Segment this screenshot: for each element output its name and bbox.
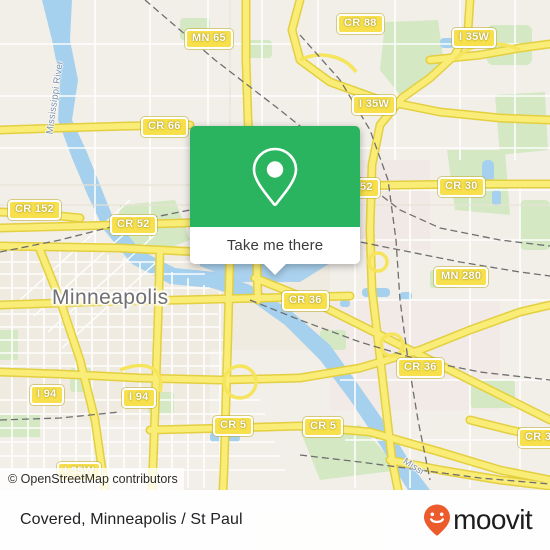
- road-shield[interactable]: CR 34: [518, 428, 550, 448]
- moovit-brand[interactable]: moovit: [422, 503, 533, 537]
- popup-image-panel: [190, 126, 360, 227]
- road-shield[interactable]: CR 5: [213, 416, 254, 436]
- road-shield[interactable]: CR 52: [110, 215, 157, 235]
- take-me-there-button[interactable]: Take me there: [190, 227, 360, 264]
- map-screenshot: MN 65 CR 88 I 35W I 35W CR 66 CR 152 CR …: [0, 0, 550, 550]
- map-canvas[interactable]: MN 65 CR 88 I 35W I 35W CR 66 CR 152 CR …: [0, 0, 550, 490]
- road-shield[interactable]: I 94: [122, 388, 156, 408]
- road-shield[interactable]: CR 36: [282, 291, 329, 311]
- moovit-smiley-pin-icon: [424, 504, 451, 536]
- osm-attribution[interactable]: © OpenStreetMap contributors: [0, 468, 184, 490]
- road-shield[interactable]: CR 152: [8, 200, 62, 220]
- road-shield[interactable]: CR 30: [438, 177, 485, 197]
- bottom-bar-title: Covered, Minneapolis / St Paul: [20, 511, 243, 528]
- road-shield[interactable]: CR 66: [141, 117, 188, 137]
- road-shield[interactable]: I 35W: [452, 28, 497, 48]
- location-popup-card[interactable]: Take me there: [190, 126, 360, 275]
- city-label-minneapolis: Minneapolis: [52, 286, 169, 309]
- take-me-there-label: Take me there: [226, 237, 324, 254]
- road-shield[interactable]: I 35W: [352, 95, 397, 115]
- road-shield[interactable]: CR 36: [397, 358, 444, 378]
- road-shield[interactable]: CR 88: [337, 14, 384, 34]
- moovit-wordmark: moovit: [453, 504, 532, 535]
- popup-pointer-tail: [264, 264, 286, 275]
- road-shield[interactable]: MN 280: [434, 267, 489, 287]
- bottom-bar: Covered, Minneapolis / St Paul moovit: [0, 490, 550, 550]
- road-shield[interactable]: CR 5: [303, 417, 344, 437]
- road-shield[interactable]: MN 65: [185, 29, 233, 49]
- map-pin-icon: [252, 147, 298, 206]
- road-shield[interactable]: I 94: [30, 385, 64, 405]
- osm-attribution-text: © OpenStreetMap contributors: [8, 472, 178, 486]
